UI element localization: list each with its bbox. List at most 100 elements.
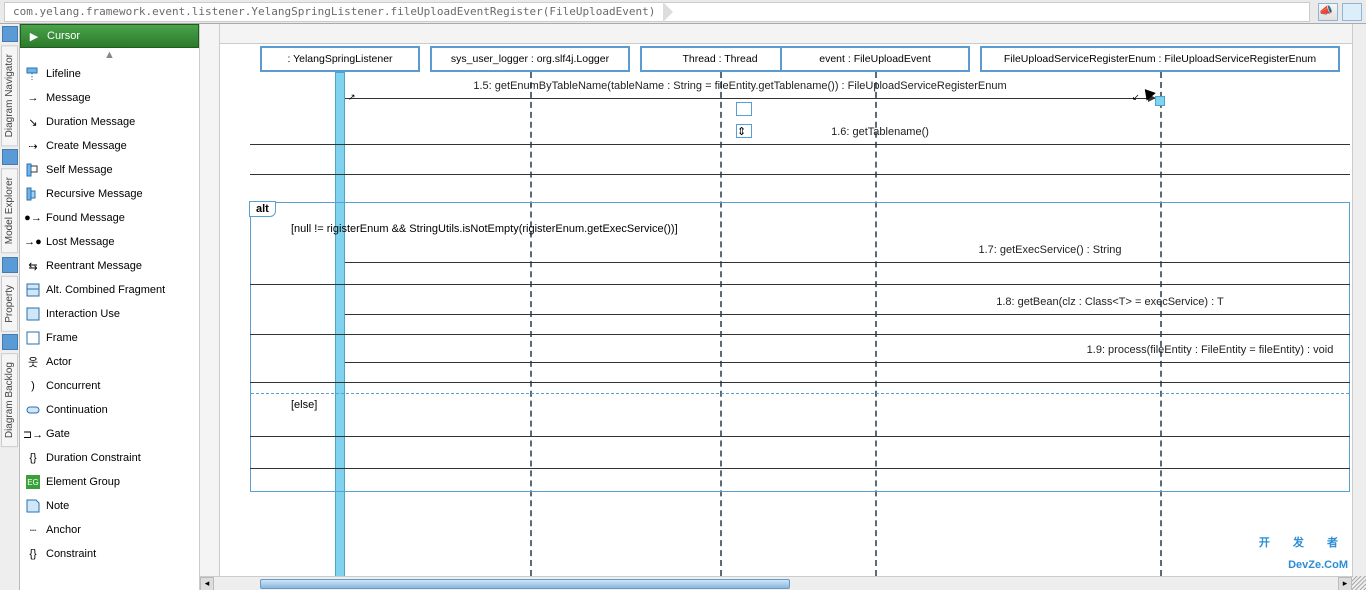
palette-item-recursive-message[interactable]: Recursive Message: [20, 182, 199, 206]
duration-message-icon: ↘: [26, 115, 40, 129]
palette-label: Element Group: [46, 476, 120, 488]
anchor-icon: ┄: [26, 523, 40, 537]
breadcrumb-arrow-icon: [663, 2, 673, 22]
found-message-icon: ●→: [26, 211, 40, 225]
top-icons: 📣: [1310, 3, 1362, 21]
palette-item-note[interactable]: Note: [20, 494, 199, 518]
canvas[interactable]: : YelangSpringListener sys_user_logger :…: [220, 24, 1352, 576]
alt-guard-2: [else]: [291, 399, 317, 411]
palette-item-duration-message[interactable]: ↘ Duration Message: [20, 110, 199, 134]
expand-icon: ↗: [348, 92, 356, 103]
lifeline-event[interactable]: event : FileUploadEvent: [780, 46, 970, 72]
alt-divider: [251, 393, 1349, 394]
msg-1-7-line[interactable]: [345, 262, 1350, 263]
palette-item-create-message[interactable]: ⇢ Create Message: [20, 134, 199, 158]
scroll-left-icon[interactable]: ◂: [200, 577, 214, 590]
diagram-area: : YelangSpringListener sys_user_logger :…: [200, 24, 1366, 590]
msg-1-5-label: 1.5: getEnumByTableName(tableName : Stri…: [460, 80, 1020, 92]
scrollbar-vertical[interactable]: [1352, 24, 1366, 576]
msg-1-9-line[interactable]: [345, 362, 1350, 363]
msg-1-8-label: 1.8: getBean(clz : Class<T> = execServic…: [980, 296, 1240, 308]
palette-collapse-icon[interactable]: ▲: [20, 48, 199, 62]
palette-item-interaction-use[interactable]: Interaction Use: [20, 302, 199, 326]
side-tab-icon-2[interactable]: [2, 149, 18, 165]
palette-label: Duration Message: [46, 116, 135, 128]
scroll-right-icon[interactable]: ▸: [1338, 577, 1352, 590]
palette-item-concurrent[interactable]: )Concurrent: [20, 374, 199, 398]
activation-enum[interactable]: [1155, 96, 1165, 106]
announce-icon[interactable]: 📣: [1318, 3, 1338, 21]
msg-1-6-label: 1.6: getTablename(): [780, 126, 980, 138]
palette-label: Lifeline: [46, 68, 81, 80]
palette-label: Frame: [46, 332, 78, 344]
palette-item-gate[interactable]: ⊐→Gate: [20, 422, 199, 446]
palette-item-duration-constraint[interactable]: {}Duration Constraint: [20, 446, 199, 470]
palette-item-anchor[interactable]: ┄ Anchor: [20, 518, 199, 542]
palette-item-actor[interactable]: 웃 Actor: [20, 350, 199, 374]
palette-label: Constraint: [46, 548, 96, 560]
palette-item-element-group[interactable]: EGElement Group: [20, 470, 199, 494]
scroll-thumb[interactable]: [260, 579, 790, 589]
lifeline-registerenum[interactable]: FileUploadServiceRegisterEnum : FileUplo…: [980, 46, 1340, 72]
palette-label: Create Message: [46, 140, 127, 152]
reentrant-message-icon: ⇆: [26, 259, 40, 273]
window-icon[interactable]: [1342, 3, 1362, 21]
resize-grip-icon[interactable]: [1352, 576, 1366, 590]
palette-item-lost-message[interactable]: →● Lost Message: [20, 230, 199, 254]
collapse-icon: ↙: [1132, 92, 1140, 103]
palette-label: Duration Constraint: [46, 452, 141, 464]
side-tab-icon-1[interactable]: [2, 26, 18, 42]
palette-item-frame[interactable]: Frame: [20, 326, 199, 350]
lifeline-icon: [26, 67, 40, 81]
palette-item-found-message[interactable]: ●→Found Message: [20, 206, 199, 230]
separator-line: [250, 334, 1350, 335]
side-tab-icon-3[interactable]: [2, 257, 18, 273]
resize-glyph-icon[interactable]: ⇕: [736, 124, 752, 138]
lifeline-thread[interactable]: Thread : Thread: [640, 46, 800, 72]
frame-icon: [26, 331, 40, 345]
msg-1-5-line[interactable]: [345, 98, 1155, 99]
palette-item-message[interactable]: →Message: [20, 86, 199, 110]
palette-label: Recursive Message: [46, 188, 143, 200]
palette-item-lifeline[interactable]: Lifeline: [20, 62, 199, 86]
palette-label: Message: [46, 92, 91, 104]
palette-label: Lost Message: [46, 236, 114, 248]
msg-1-7-label: 1.7: getExecService() : String: [920, 244, 1180, 256]
lifeline-sysuserlogger[interactable]: sys_user_logger : org.slf4j.Logger: [430, 46, 630, 72]
msg-1-6-line[interactable]: [250, 144, 1350, 145]
actor-icon: 웃: [26, 355, 40, 369]
side-tab-property[interactable]: Property: [1, 276, 18, 332]
side-tab-diagram-backlog[interactable]: Diagram Backlog: [1, 353, 18, 447]
scrollbar-horizontal[interactable]: ◂ ▸: [200, 576, 1352, 590]
palette-item-constraint[interactable]: {} Constraint: [20, 542, 199, 566]
palette-item-cursor[interactable]: ▶ Cursor: [20, 24, 199, 48]
palette-label: Reentrant Message: [46, 260, 142, 272]
note-glyph-icon[interactable]: [736, 102, 752, 116]
palette-label: Note: [46, 500, 69, 512]
palette-label: Interaction Use: [46, 308, 120, 320]
palette-label: Anchor: [46, 524, 81, 536]
palette-item-alt-fragment[interactable]: Alt. Combined Fragment: [20, 278, 199, 302]
lost-message-icon: →●: [26, 235, 40, 249]
side-tabs: Diagram Navigator Model Explorer Propert…: [0, 24, 20, 590]
constraint-icon: {}: [26, 547, 40, 561]
lifeline-yelangspringlistener[interactable]: : YelangSpringListener: [260, 46, 420, 72]
side-tab-diagram-navigator[interactable]: Diagram Navigator: [1, 45, 18, 146]
side-tab-icon-4[interactable]: [2, 334, 18, 350]
breadcrumb[interactable]: com.yelang.framework.event.listener.Yela…: [4, 2, 1310, 22]
side-tab-model-explorer[interactable]: Model Explorer: [1, 168, 18, 253]
self-message-icon: [26, 163, 40, 177]
palette-item-reentrant-message[interactable]: ⇆ Reentrant Message: [20, 254, 199, 278]
top-bar: com.yelang.framework.event.listener.Yela…: [0, 0, 1366, 24]
msg-1-9-label: 1.9: process(fileEntity : FileEntity = f…: [1070, 344, 1350, 356]
alt-guard-1: [null != rigisterEnum && StringUtils.isN…: [291, 223, 678, 235]
msg-1-8-line[interactable]: [345, 314, 1350, 315]
alt-label: alt: [249, 201, 276, 217]
palette-item-continuation[interactable]: Continuation: [20, 398, 199, 422]
create-message-icon: ⇢: [26, 139, 40, 153]
palette-item-self-message[interactable]: Self Message: [20, 158, 199, 182]
palette-label: Actor: [46, 356, 72, 368]
cursor-icon: ▶: [27, 29, 41, 43]
note-icon: [26, 499, 40, 513]
separator-line: [250, 382, 1350, 383]
